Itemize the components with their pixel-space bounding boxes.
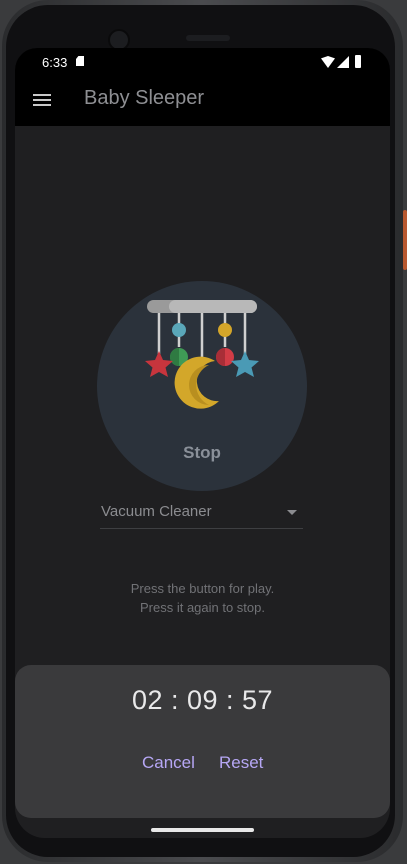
hamburger-menu-icon[interactable] [33,93,51,107]
play-stop-label: Stop [183,443,221,462]
app-title: Baby Sleeper [84,87,205,109]
cell-signal-icon [337,56,349,68]
sound-selector-dropdown[interactable]: Vacuum Cleaner [100,500,303,529]
instructions-text: Press the button for play. Press it agai… [15,579,390,617]
reset-button[interactable]: Reset [219,753,263,773]
dropdown-arrow-icon [287,510,297,515]
sd-card-icon [76,56,84,66]
gesture-navigation-bar[interactable] [151,828,254,832]
power-button [403,210,407,270]
app-bar: Baby Sleeper [15,76,390,126]
cancel-button[interactable]: Cancel [142,753,195,773]
speaker-grille [186,35,230,41]
battery-icon [355,55,361,68]
status-bar: 6:33 [15,48,390,76]
timer-bottom-sheet: 02 : 09 : 57 Cancel Reset [15,665,390,818]
selected-sound: Vacuum Cleaner [101,503,212,520]
play-stop-button[interactable]: Stop [97,281,307,491]
instructions-line-1: Press the button for play. [130,581,275,596]
app-screen: 6:33 Baby Sleeper Stop Vacuum Cleaner Pr… [15,48,390,838]
wifi-icon [321,56,335,68]
instructions-line-2: Press it again to stop. [139,600,265,615]
status-time: 6:33 [42,55,68,70]
timer-display: 02 : 09 : 57 [131,685,274,715]
